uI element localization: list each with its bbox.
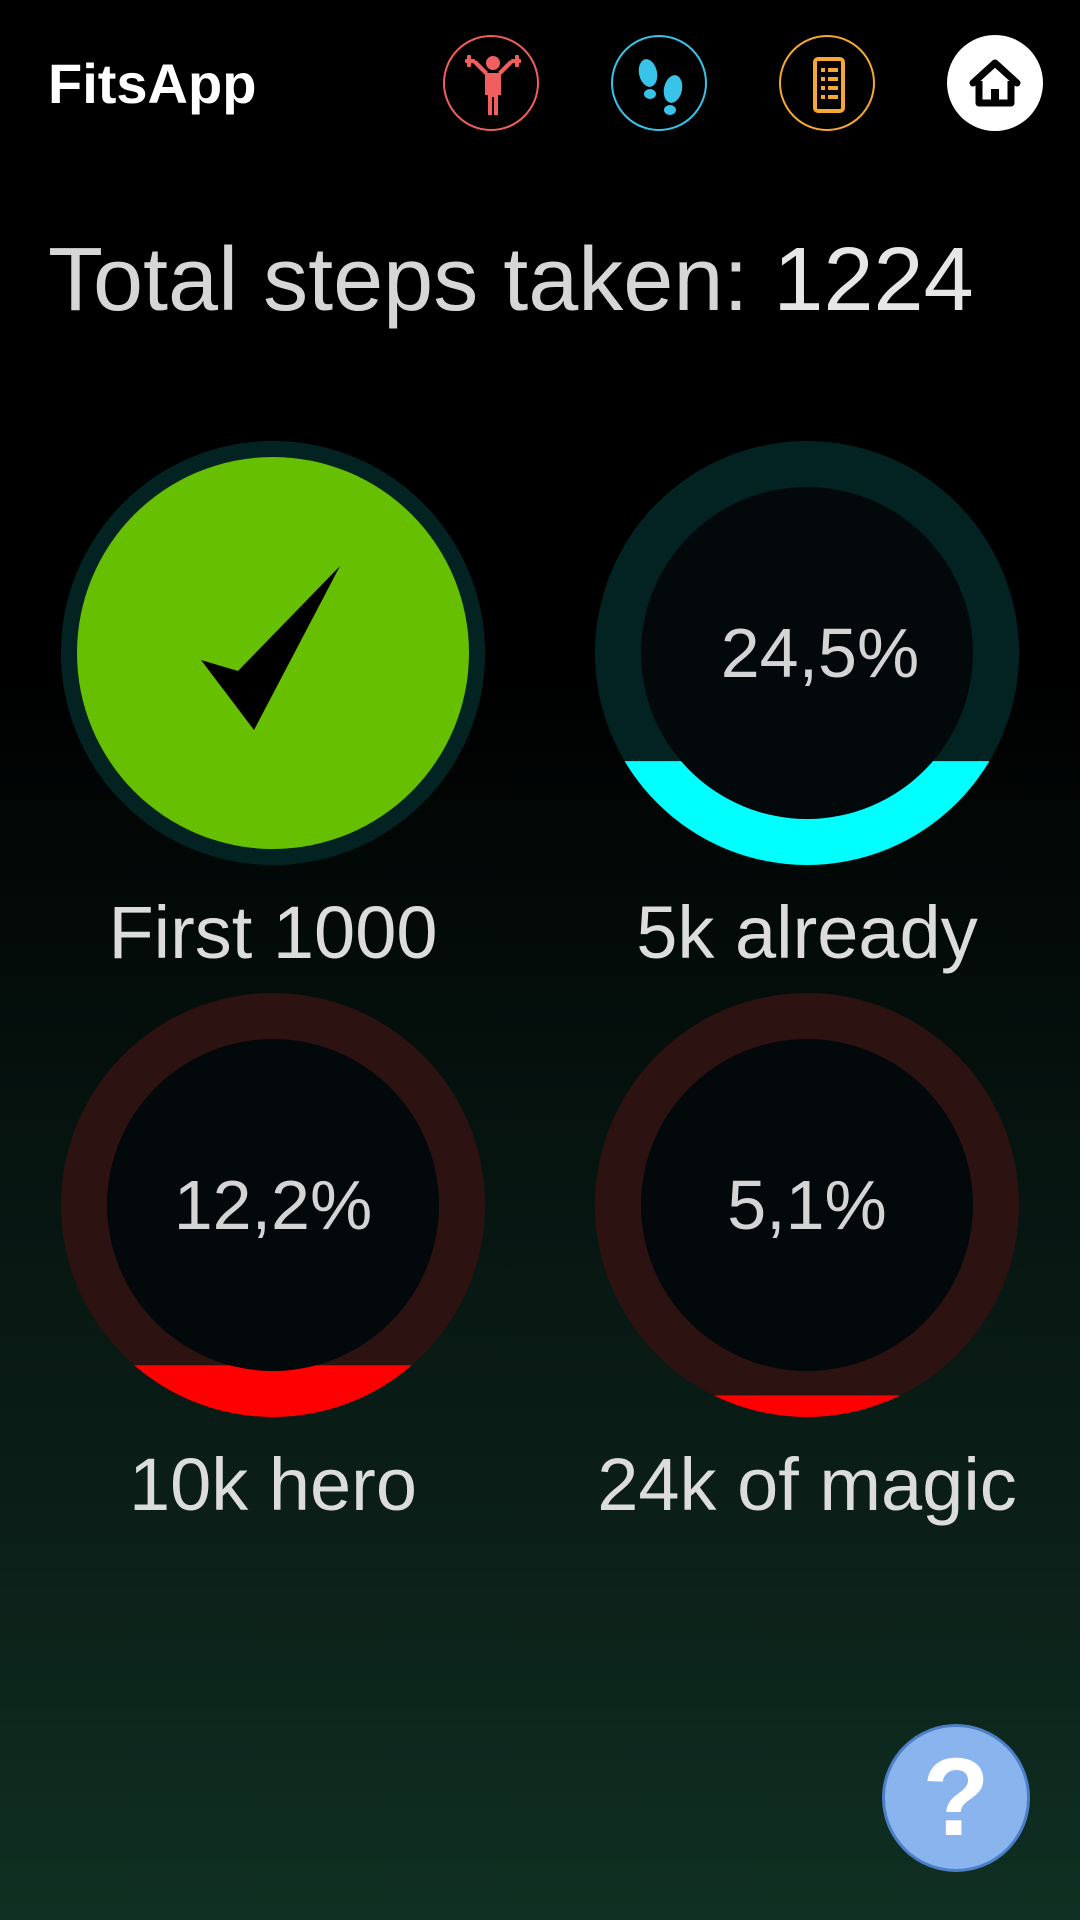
goal-24k-of-magic[interactable]: 5,1% 24k of magic (592, 990, 1022, 1526)
goal-name: 10k hero (129, 1443, 417, 1526)
app-title: FitsApp (48, 52, 257, 115)
home-nav-button[interactable] (947, 35, 1043, 131)
total-steps-summary: Total steps taken: 1224 (48, 230, 974, 330)
goal-10k-hero[interactable]: 12,2% 10k hero (58, 990, 488, 1526)
steps-nav-button[interactable] (611, 35, 707, 131)
goal-percent: 12,2% (173, 1166, 373, 1244)
footprints-icon (638, 59, 683, 115)
total-steps-label: Total steps taken: (48, 230, 774, 330)
list-clipboard-icon (813, 57, 845, 113)
total-steps-value: 1224 (773, 230, 974, 330)
goal-percent (58, 438, 488, 868)
workout-nav-button[interactable] (443, 35, 539, 131)
list-nav-button[interactable] (779, 35, 875, 131)
goal-name: First 1000 (108, 891, 438, 974)
goal-5k-already[interactable]: 24,5% 5k already (592, 438, 1022, 974)
goal-percent: 24,5% (720, 614, 920, 692)
goal-name: 5k already (636, 891, 978, 974)
goal-percent: 5,1% (727, 1166, 887, 1244)
workout-person-icon (465, 55, 521, 115)
home-icon (969, 59, 1021, 107)
goal-first-1000[interactable]: First 1000 (58, 438, 488, 974)
help-button[interactable]: ? (882, 1724, 1030, 1872)
goal-name: 24k of magic (597, 1443, 1017, 1526)
